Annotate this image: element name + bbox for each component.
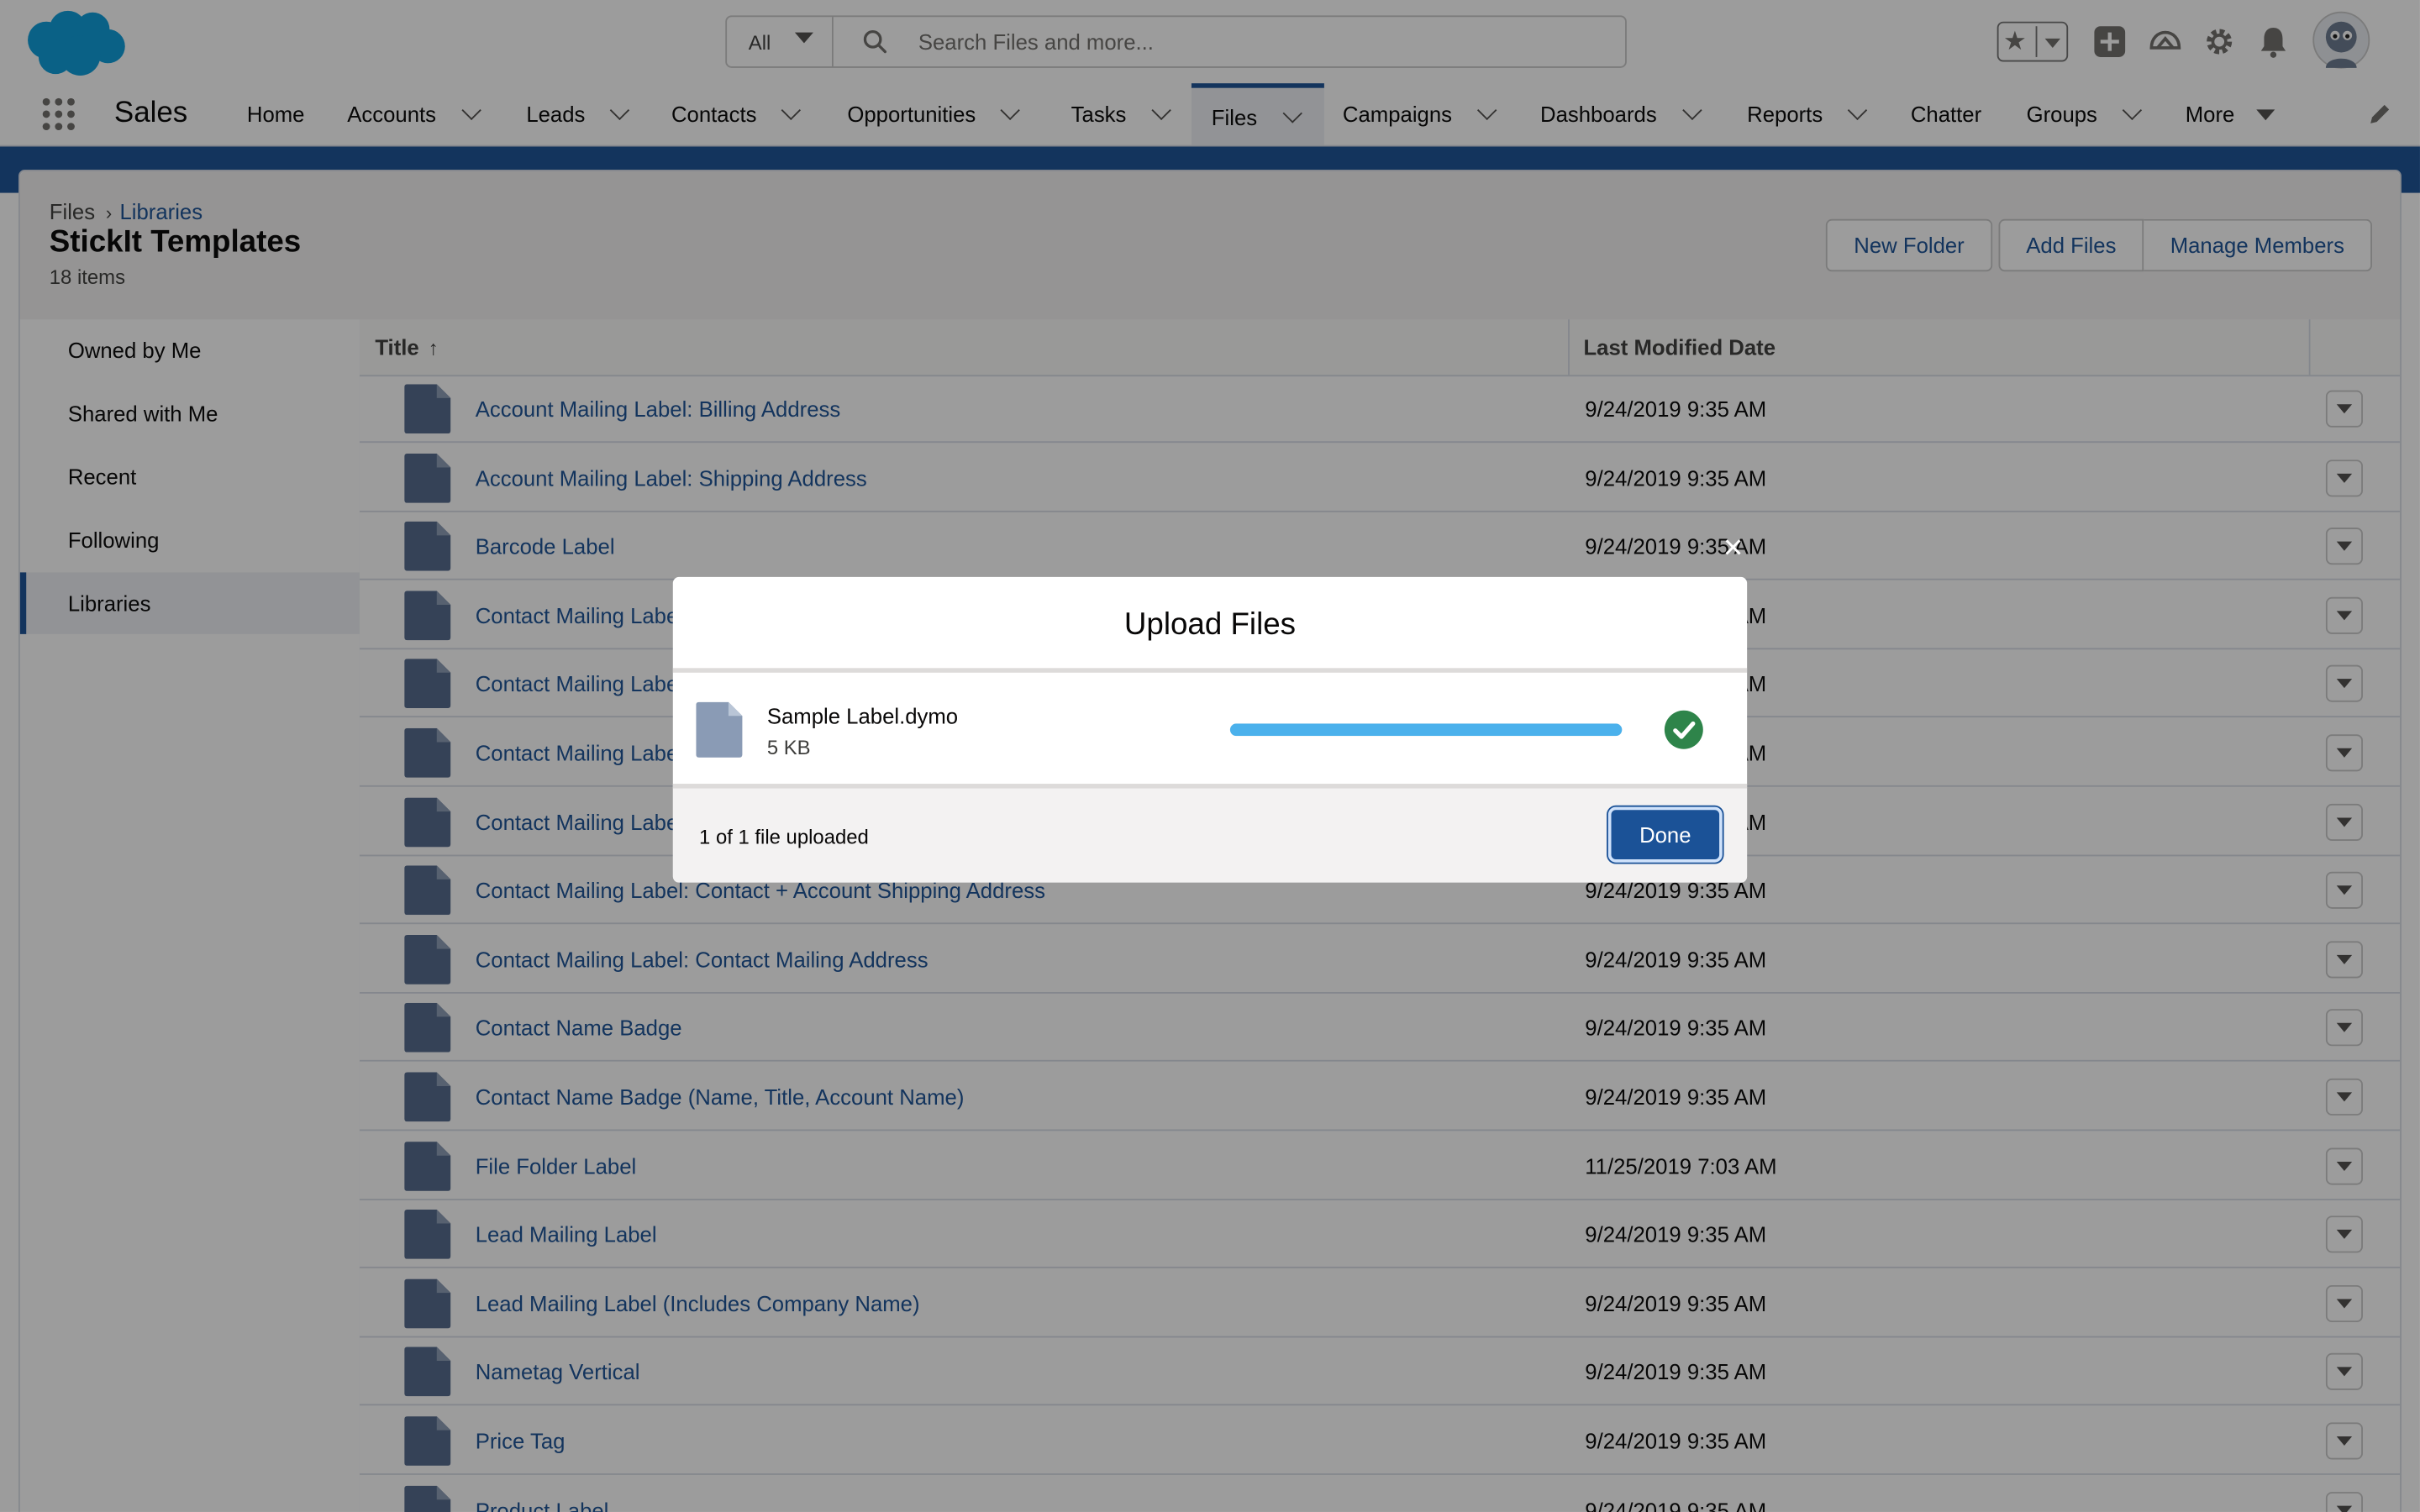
upload-progress-bar	[1229, 723, 1623, 737]
file-icon	[696, 701, 743, 758]
upload-status: 1 of 1 file uploaded	[699, 825, 869, 849]
page-root: All ★	[0, 0, 2420, 1512]
upload-progress-fill	[1229, 723, 1623, 737]
modal-title: Upload Files	[1123, 607, 1297, 643]
close-icon[interactable]: ×	[1719, 530, 1747, 564]
upload-files-modal: Upload Files Sample Label.dymo 5 KB 1 of…	[672, 576, 1748, 883]
modal-footer: 1 of 1 file uploaded Done	[672, 784, 1748, 883]
file-name: Sample Label.dymo	[766, 703, 959, 728]
success-check-icon	[1664, 710, 1703, 749]
done-button[interactable]: Done	[1607, 806, 1723, 863]
file-size: 5 KB	[766, 736, 811, 759]
modal-header: Upload Files	[672, 577, 1748, 673]
